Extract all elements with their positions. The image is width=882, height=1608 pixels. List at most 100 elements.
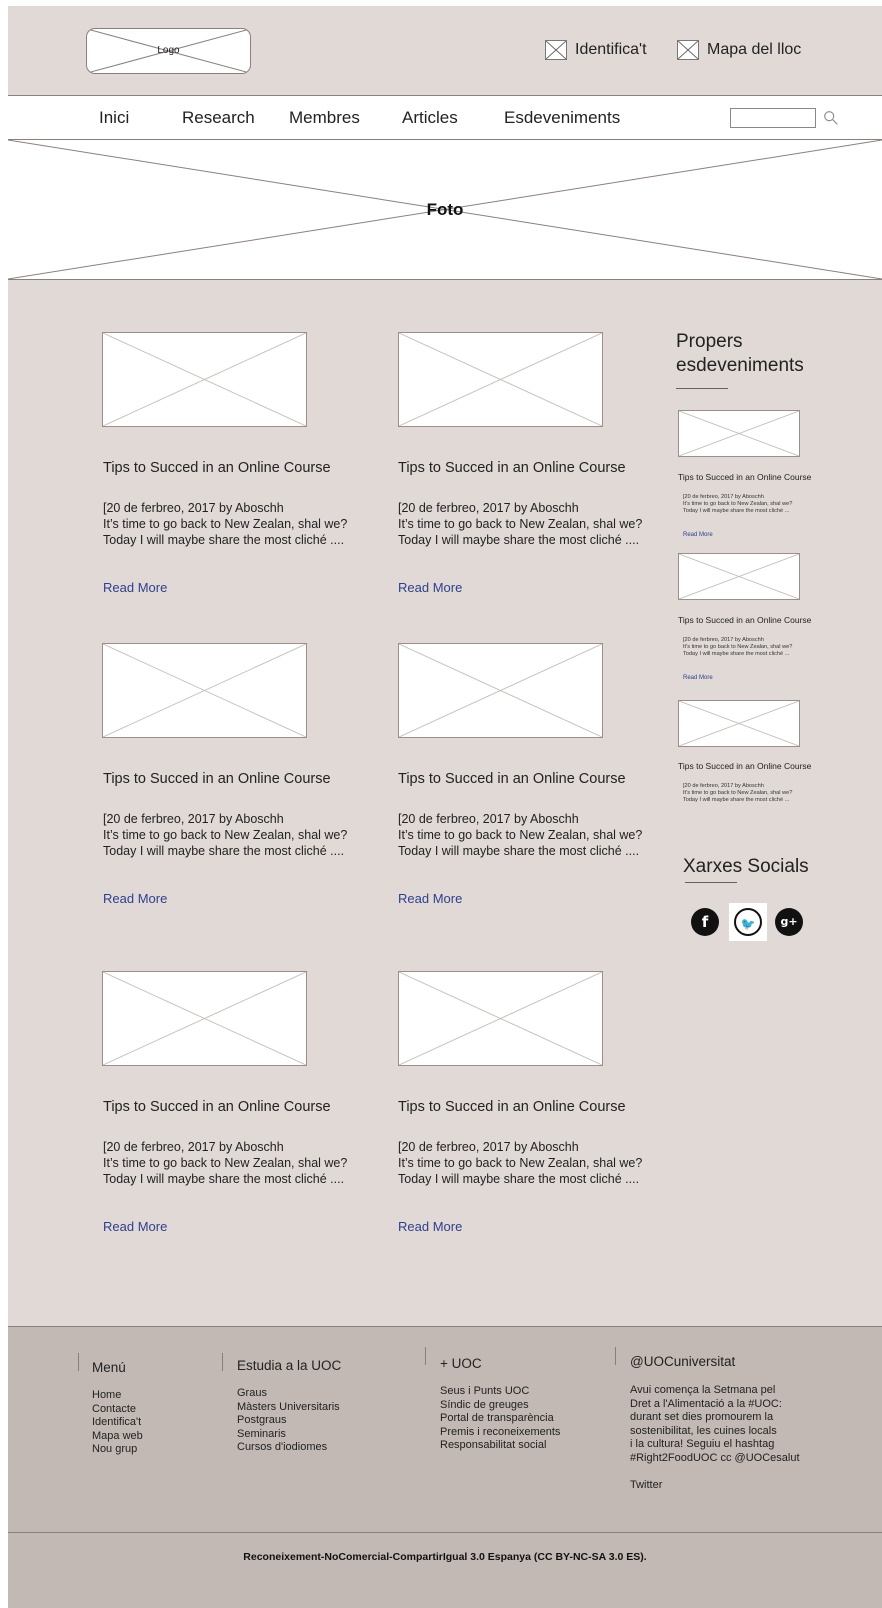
- post-excerpt: Today I will maybe share the most cliché…: [103, 533, 345, 547]
- post-image[interactable]: [102, 643, 307, 738]
- logo[interactable]: Logo: [86, 28, 251, 74]
- license-bar: Reconeixement-NoComercial-CompartirIgual…: [8, 1532, 882, 1608]
- footer-menu-item[interactable]: Identifica't: [92, 1416, 143, 1430]
- page: Logo Identifica't Mapa del lloc Inici Re…: [8, 6, 882, 1608]
- read-more-link[interactable]: Read More: [103, 580, 167, 595]
- facebook-icon[interactable]: f: [691, 908, 719, 936]
- login-icon: [545, 40, 567, 60]
- footer-uoc-item[interactable]: Premis i reconeixements: [440, 1426, 560, 1440]
- event-read-more-link[interactable]: Read More: [683, 532, 713, 538]
- footer-separator: [222, 1353, 223, 1371]
- events-heading-line2: esdeveniments: [676, 355, 804, 376]
- events-heading: Propers esdeveniments: [676, 330, 804, 378]
- event-meta: [20 de ferbreo, 2017 by Aboschh: [683, 637, 764, 643]
- twitter-icon[interactable]: 🐦: [734, 908, 762, 936]
- post-title[interactable]: Tips to Succed in an Online Course: [103, 460, 331, 476]
- post-title[interactable]: Tips to Succed in an Online Course: [103, 771, 331, 787]
- event-image[interactable]: [678, 410, 800, 457]
- event-excerpt: Today I will maybe share the most cliché…: [683, 797, 790, 803]
- event-title[interactable]: Tips to Succed in an Online Course: [678, 761, 811, 771]
- nav-item-articles[interactable]: Articles: [402, 108, 458, 128]
- footer-uoc-item[interactable]: Síndic de greuges: [440, 1399, 560, 1413]
- footer-study-item[interactable]: Graus: [237, 1387, 340, 1401]
- footer-study-item[interactable]: Postgraus: [237, 1414, 340, 1428]
- post-meta: [20 de ferbreo, 2017 by Aboschh: [398, 812, 579, 826]
- read-more-link[interactable]: Read More: [103, 1219, 167, 1234]
- social-heading: Xarxes Socials: [683, 856, 809, 877]
- footer-menu-item[interactable]: Contacte: [92, 1403, 143, 1417]
- post-excerpt: It’s time to go back to New Zealan, shal…: [103, 517, 348, 531]
- login-link[interactable]: Identifica't: [545, 40, 647, 60]
- footer-uoc-list: Seus i Punts UOC Síndic de greuges Porta…: [440, 1385, 560, 1453]
- event-image[interactable]: [678, 700, 800, 747]
- nav-item-esdeveniments[interactable]: Esdeveniments: [504, 108, 620, 128]
- post-image[interactable]: [102, 332, 307, 427]
- read-more-link[interactable]: Read More: [398, 1219, 462, 1234]
- hero-label: Foto: [426, 200, 464, 219]
- footer-uoc-item[interactable]: Seus i Punts UOC: [440, 1385, 560, 1399]
- tweet-line: durant set dies promourem la: [630, 1411, 774, 1423]
- post-meta: [20 de ferbreo, 2017 by Aboschh: [103, 1140, 284, 1154]
- footer-menu-item[interactable]: Mapa web: [92, 1430, 143, 1444]
- tweet-line: Dret a l'Alimentació a la #UOC:: [630, 1397, 782, 1410]
- post-title[interactable]: Tips to Succed in an Online Course: [398, 460, 626, 476]
- logo-label: Logo: [157, 45, 180, 56]
- footer-menu-title: Menú: [92, 1360, 126, 1375]
- post-title[interactable]: Tips to Succed in an Online Course: [398, 771, 626, 787]
- nav-item-membres[interactable]: Membres: [289, 108, 360, 128]
- footer-twitter-title[interactable]: @UOCuniversitat: [630, 1354, 735, 1369]
- event-excerpt: It’s time to go back to New Zealan, shal…: [683, 644, 793, 650]
- nav-item-inici[interactable]: Inici: [99, 108, 129, 128]
- post-excerpt: It’s time to go back to New Zealan, shal…: [398, 1156, 643, 1170]
- footer-menu-item[interactable]: Nou grup: [92, 1443, 143, 1457]
- search-icon[interactable]: [822, 109, 840, 127]
- footer-separator: [615, 1347, 616, 1365]
- post-image[interactable]: [398, 332, 603, 427]
- event-meta: [20 de ferbreo, 2017 by Aboschh: [683, 783, 764, 789]
- event-title[interactable]: Tips to Succed in an Online Course: [678, 472, 811, 482]
- footer: Menú Home Contacte Identifica't Mapa web…: [8, 1326, 882, 1532]
- read-more-link[interactable]: Read More: [398, 580, 462, 595]
- footer-menu-item[interactable]: Home: [92, 1389, 143, 1403]
- post-excerpt: Today I will maybe share the most cliché…: [103, 844, 345, 858]
- post-title[interactable]: Tips to Succed in an Online Course: [398, 1099, 626, 1115]
- search-input[interactable]: [730, 108, 816, 128]
- tweet-line: i la cultura! Seguiu el hashtag: [630, 1438, 775, 1450]
- sitemap-link[interactable]: Mapa del lloc: [677, 40, 801, 60]
- footer-study-item[interactable]: Seminaris: [237, 1428, 340, 1442]
- event-meta: [20 de ferbreo, 2017 by Aboschh: [683, 494, 764, 500]
- read-more-link[interactable]: Read More: [398, 891, 462, 906]
- post-image[interactable]: [398, 643, 603, 738]
- main-nav: Inici Research Membres Articles Esdeveni…: [8, 95, 882, 140]
- footer-uoc-item[interactable]: Portal de transparència: [440, 1412, 560, 1426]
- footer-uoc-title: + UOC: [440, 1356, 482, 1371]
- read-more-link[interactable]: Read More: [103, 891, 167, 906]
- post-title[interactable]: Tips to Succed in an Online Course: [103, 1099, 331, 1115]
- post-image[interactable]: [398, 971, 603, 1066]
- footer-separator: [425, 1347, 426, 1365]
- footer-tweet: Avui comença la Setmana pel Dret a l'Ali…: [630, 1384, 800, 1465]
- post-excerpt: Today I will maybe share the most cliché…: [103, 1172, 345, 1186]
- event-title[interactable]: Tips to Succed in an Online Course: [678, 615, 811, 625]
- event-excerpt: It’s time to go back to New Zealan, shal…: [683, 790, 793, 796]
- license-text[interactable]: Reconeixement-NoComercial-CompartirIgual…: [8, 1551, 882, 1563]
- footer-study-item[interactable]: Màsters Universitaris: [237, 1401, 340, 1415]
- event-image[interactable]: [678, 553, 800, 600]
- post-excerpt: It’s time to go back to New Zealan, shal…: [398, 517, 643, 531]
- post-meta: [20 de ferbreo, 2017 by Aboschh: [398, 501, 579, 515]
- footer-study-list: Graus Màsters Universitaris Postgraus Se…: [237, 1387, 340, 1455]
- footer-study-title: Estudia a la UOC: [237, 1358, 342, 1373]
- event-read-more-link[interactable]: Read More: [683, 675, 713, 681]
- post-meta: [20 de ferbreo, 2017 by Aboschh: [103, 812, 284, 826]
- hero-photo: Foto: [8, 140, 882, 280]
- footer-study-item[interactable]: Cursos d'iodiomes: [237, 1441, 340, 1455]
- post-excerpt: Today I will maybe share the most cliché…: [398, 844, 640, 858]
- footer-twitter-link[interactable]: Twitter: [630, 1479, 662, 1493]
- footer-uoc-item[interactable]: Responsabilitat social: [440, 1439, 560, 1453]
- google-plus-icon[interactable]: g+: [775, 908, 803, 936]
- footer-separator: [78, 1353, 79, 1371]
- tweet-line: Avui comença la Setmana pel: [630, 1384, 776, 1396]
- post-image[interactable]: [102, 971, 307, 1066]
- social-heading-underline: [685, 882, 737, 883]
- nav-item-research[interactable]: Research: [182, 108, 255, 128]
